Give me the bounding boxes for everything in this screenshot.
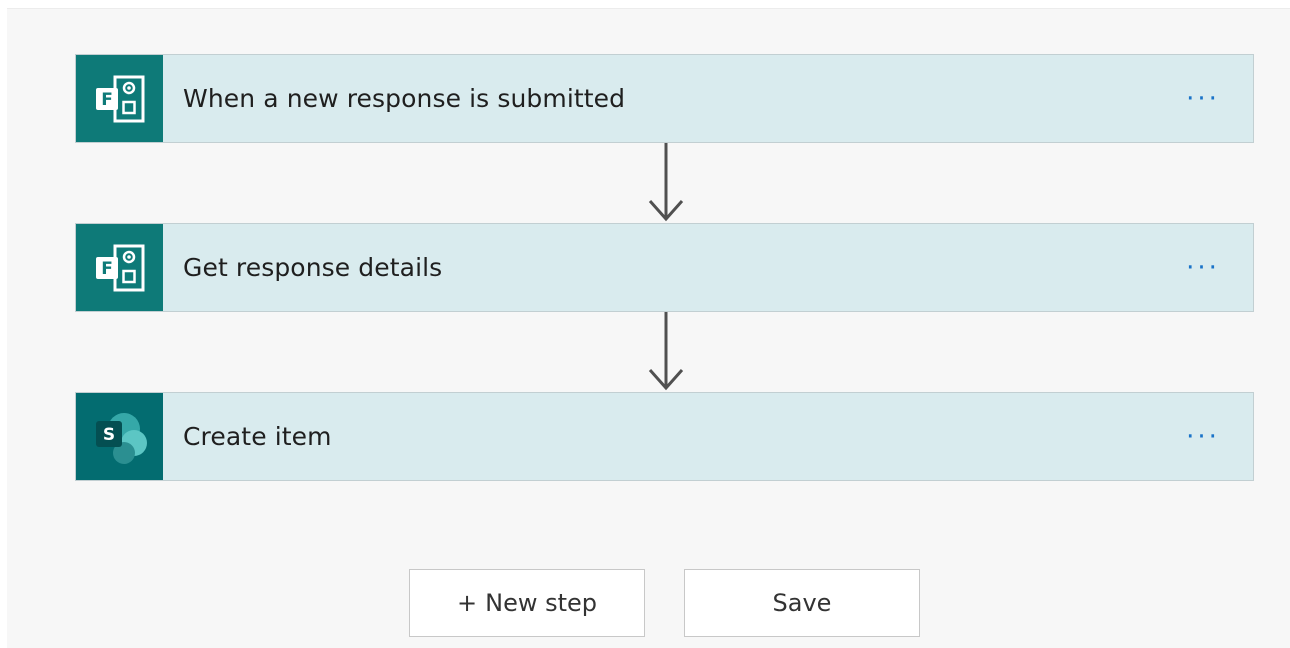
microsoft-forms-icon: F	[76, 224, 163, 311]
new-step-button[interactable]: + New step	[409, 569, 645, 637]
new-step-label: New step	[485, 589, 597, 617]
save-button[interactable]: Save	[684, 569, 920, 637]
flow-step-trigger[interactable]: F When a new response is submitted ···	[75, 54, 1254, 143]
svg-text:F: F	[101, 90, 113, 110]
plus-icon: +	[457, 589, 478, 617]
more-options-icon[interactable]: ···	[1173, 248, 1233, 288]
down-arrow-icon	[648, 143, 684, 222]
sharepoint-icon: S	[76, 393, 163, 480]
flow-step-create-item[interactable]: S Create item ···	[75, 392, 1254, 481]
more-options-icon[interactable]: ···	[1173, 79, 1233, 119]
svg-text:F: F	[101, 259, 113, 279]
step-title: Get response details	[183, 253, 443, 282]
down-arrow-icon	[648, 312, 684, 391]
step-title: When a new response is submitted	[183, 84, 626, 113]
svg-text:S: S	[102, 425, 114, 445]
more-options-icon[interactable]: ···	[1173, 417, 1233, 457]
flow-step-get-response-details[interactable]: F Get response details ···	[75, 223, 1254, 312]
step-title: Create item	[183, 422, 332, 451]
microsoft-forms-icon: F	[76, 55, 163, 142]
